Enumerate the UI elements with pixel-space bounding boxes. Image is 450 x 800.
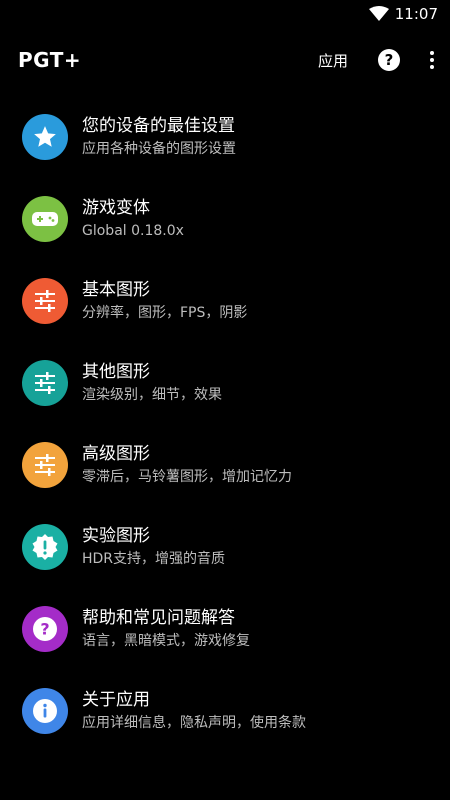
status-time: 11:07 bbox=[394, 5, 438, 23]
menu-item-experimental-graphics[interactable]: 实验图形 HDR支持，增强的音质 bbox=[0, 506, 450, 588]
sliders-icon bbox=[22, 278, 68, 324]
status-bar: 11:07 bbox=[0, 0, 450, 28]
menu-item-subtitle: 应用详细信息，隐私声明，使用条款 bbox=[82, 715, 306, 731]
menu-item-subtitle: 语言，黑暗模式，游戏修复 bbox=[82, 633, 250, 649]
sliders-icon bbox=[22, 442, 68, 488]
menu-item-best-settings[interactable]: 您的设备的最佳设置 应用各种设备的图形设置 bbox=[0, 96, 450, 178]
help-icon[interactable]: ? bbox=[378, 49, 400, 71]
menu-item-title: 您的设备的最佳设置 bbox=[82, 116, 235, 136]
app-bar: PGT+ 应用 ? bbox=[0, 36, 450, 84]
svg-text:?: ? bbox=[40, 620, 49, 639]
sliders-icon bbox=[22, 360, 68, 406]
menu-item-game-variant[interactable]: 游戏变体 Global 0.18.0x bbox=[0, 178, 450, 260]
menu-item-subtitle: HDR支持，增强的音质 bbox=[82, 551, 226, 567]
menu-list: 您的设备的最佳设置 应用各种设备的图形设置 游戏变体 Global 0.18.0… bbox=[0, 96, 450, 752]
help-icon: ? bbox=[22, 606, 68, 652]
menu-item-subtitle: 分辨率，图形，FPS，阴影 bbox=[82, 305, 248, 321]
menu-item-subtitle: 应用各种设备的图形设置 bbox=[82, 141, 236, 157]
menu-item-title: 其他图形 bbox=[82, 362, 150, 382]
menu-item-title: 高级图形 bbox=[82, 444, 150, 464]
menu-item-title: 实验图形 bbox=[82, 526, 150, 546]
menu-item-other-graphics[interactable]: 其他图形 渲染级别，细节，效果 bbox=[0, 342, 450, 424]
star-icon bbox=[22, 114, 68, 160]
app-title: PGT+ bbox=[18, 48, 82, 72]
menu-item-title: 关于应用 bbox=[82, 690, 150, 710]
menu-item-title: 帮助和常见问题解答 bbox=[82, 608, 235, 628]
menu-item-subtitle: 渲染级别，细节，效果 bbox=[82, 387, 222, 403]
menu-item-advanced-graphics[interactable]: 高级图形 零滞后，马铃薯图形，增加记忆力 bbox=[0, 424, 450, 506]
menu-item-help-faq[interactable]: ? 帮助和常见问题解答 语言，黑暗模式，游戏修复 bbox=[0, 588, 450, 670]
menu-item-subtitle: 零滞后，马铃薯图形，增加记忆力 bbox=[82, 469, 292, 485]
badge-alert-icon bbox=[22, 524, 68, 570]
menu-item-basic-graphics[interactable]: 基本图形 分辨率，图形，FPS，阴影 bbox=[0, 260, 450, 342]
info-icon bbox=[22, 688, 68, 734]
more-vert-icon[interactable] bbox=[428, 49, 436, 71]
menu-item-about-app[interactable]: 关于应用 应用详细信息，隐私声明，使用条款 bbox=[0, 670, 450, 752]
wifi-icon bbox=[368, 6, 389, 21]
menu-item-title: 游戏变体 bbox=[82, 198, 150, 218]
apply-action-button[interactable]: 应用 bbox=[318, 50, 348, 71]
gamepad-icon bbox=[22, 196, 68, 242]
menu-item-title: 基本图形 bbox=[82, 280, 150, 300]
menu-item-subtitle: Global 0.18.0x bbox=[82, 223, 184, 239]
